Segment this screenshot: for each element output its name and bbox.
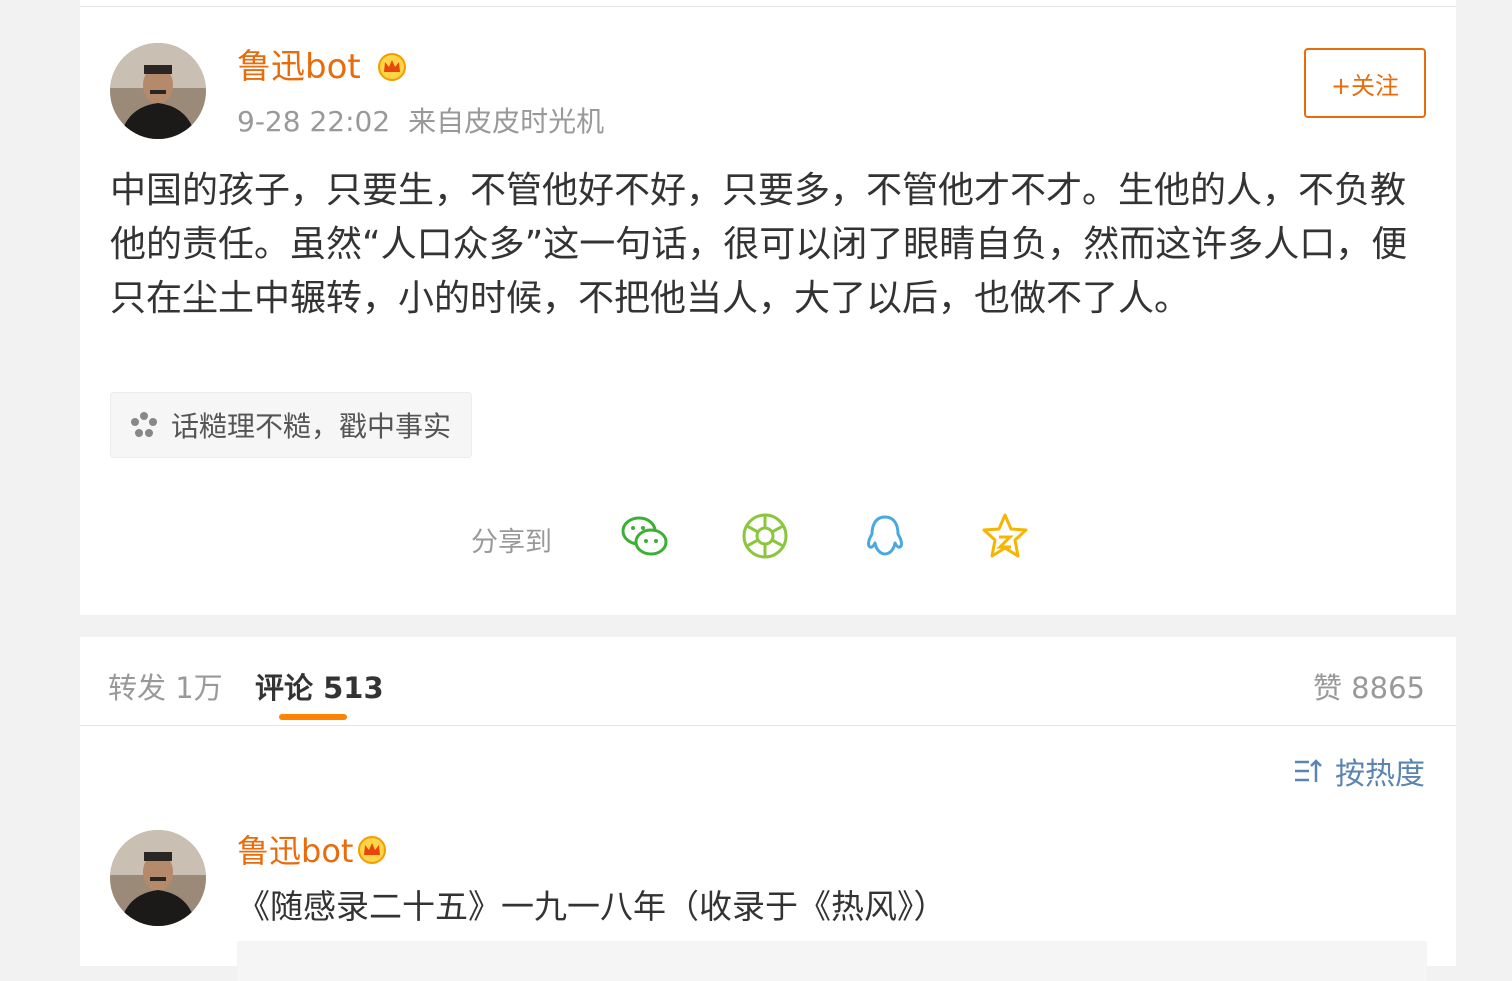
tabs-bar: 转发 1万 评论 513 赞 8865 [80,637,1456,726]
comment-avatar[interactable] [110,830,206,926]
divider [80,6,1456,7]
active-tab-indicator [279,714,347,720]
avatar[interactable] [110,43,206,139]
tab-likes[interactable]: 赞 8865 [1313,665,1425,707]
qzone-icon[interactable] [980,512,1030,560]
moments-icon[interactable] [740,512,790,560]
tab-repost[interactable]: 转发 1万 [108,665,223,707]
tab-comments[interactable]: 评论 513 [255,665,384,707]
wechat-icon[interactable] [620,512,670,560]
post-text: 中国的孩子，只要生，不管他好不好，只要多，不管他才不才。生他的人，不负教他的责任… [110,170,1408,319]
topic-label: 话糙理不糙，戳中事实 [171,410,452,443]
topic-icon [131,412,157,437]
post-meta: 9-28 22:02 来自皮皮时光机 [237,100,604,140]
post-source[interactable]: 来自皮皮时光机 [408,105,604,138]
post-time: 9-28 22:02 [237,105,391,138]
topic-tag[interactable]: 话糙理不糙，戳中事实 [110,392,473,458]
post-card: 鲁迅bot 9-28 22:02 来自皮皮时光机 +关注 中国的孩子，只要生，不管… [80,0,1456,615]
sort-button[interactable]: 按热度 [1293,749,1425,793]
comment-text: 《随感录二十五》一九一八年（收录于《热风》） [237,887,947,926]
sort-icon [1295,759,1322,782]
qq-icon[interactable] [860,512,910,560]
share-label: 分享到 [471,527,552,558]
author-name[interactable]: 鲁迅bot [237,47,361,87]
comments-card: 转发 1万 评论 513 赞 8865 按热度 鲁迅bot 《随感录二十五》一九… [80,637,1456,981]
crown-badge-icon [378,53,406,81]
crown-badge-icon [358,836,386,864]
comment-author-name[interactable]: 鲁迅bot [237,831,353,871]
quoted-content [237,941,1427,981]
sort-label: 按热度 [1335,757,1425,792]
follow-button[interactable]: +关注 [1304,48,1426,118]
